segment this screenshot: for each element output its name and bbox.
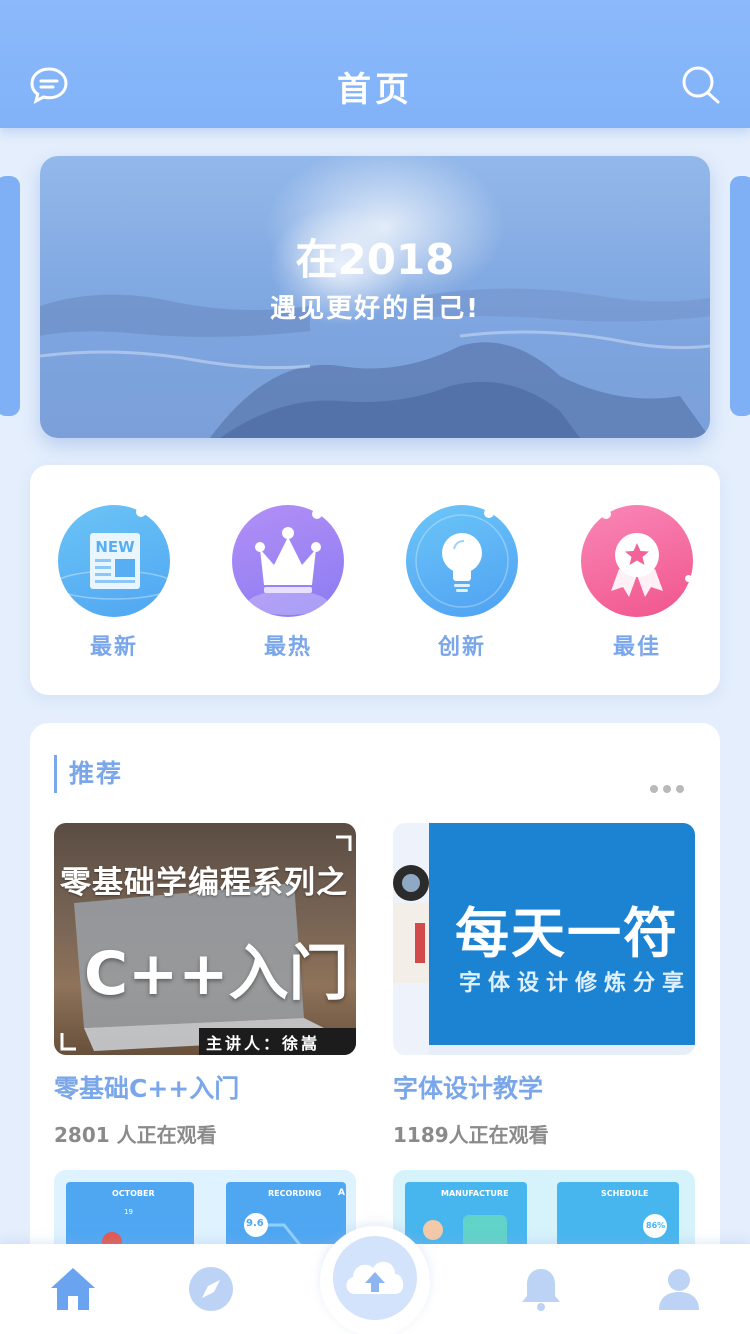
mini-value-b: 19 xyxy=(124,1208,133,1216)
section-heading: 推荐 xyxy=(54,755,123,793)
carousel-next-card[interactable] xyxy=(730,176,750,416)
page-title: 首页 xyxy=(337,70,413,110)
top-nav-bar: 首页 xyxy=(0,0,750,128)
course-title: 零基础C++入门 xyxy=(54,1074,240,1103)
thumb-lecturer: 主讲人：徐嵩 xyxy=(206,1034,321,1053)
course-thumbnail: 零基础学编程系列之 C++入门 主讲人：徐嵩 xyxy=(54,823,356,1055)
mini-right-label: SCHEDULE xyxy=(601,1189,649,1198)
thumb-subline: 字体设计修炼分享 xyxy=(459,971,692,996)
category-label: 最热 xyxy=(263,635,312,660)
mini-left-label: OCTOBER xyxy=(112,1189,155,1198)
search-icon[interactable] xyxy=(680,64,722,106)
category-label: 最佳 xyxy=(612,635,661,660)
category-panel: NEW 最新 最热 创新 最佳 xyxy=(30,465,720,695)
course-title: 字体设计教学 xyxy=(393,1074,544,1103)
crown-icon xyxy=(232,505,344,617)
category-best[interactable]: 最佳 xyxy=(580,505,694,661)
svg-text:NEW: NEW xyxy=(95,538,135,556)
mini-value-a: 86% xyxy=(646,1221,666,1230)
thumb-headline: 每天一符 xyxy=(455,902,679,965)
user-icon[interactable] xyxy=(654,1264,704,1314)
category-newest[interactable]: NEW 最新 xyxy=(57,505,171,661)
carousel-prev-card[interactable] xyxy=(0,176,20,416)
mini-left-label: MANUFACTURE xyxy=(441,1189,509,1198)
category-innovation[interactable]: 创新 xyxy=(405,505,519,661)
home-icon[interactable] xyxy=(48,1264,98,1314)
mini-value-c: A xyxy=(338,1188,345,1198)
lightbulb-icon xyxy=(406,505,518,617)
thumb-course-name: C++入门 xyxy=(84,939,349,1009)
banner-subtitle: 遇见更好的自己! xyxy=(270,294,480,324)
compass-icon[interactable] xyxy=(186,1264,236,1314)
mini-value-a: 9.6 xyxy=(246,1218,264,1229)
newspaper-icon: NEW xyxy=(58,505,170,617)
category-hottest[interactable]: 最热 xyxy=(231,505,345,661)
mini-right-label: RECORDING xyxy=(268,1189,322,1198)
category-label: 最新 xyxy=(89,635,138,660)
thumb-headline: 零基础学编程系列之 xyxy=(60,865,348,901)
course-viewers: 2801 人正在观看 xyxy=(54,1123,217,1147)
more-options-icon[interactable] xyxy=(650,778,690,793)
upload-button[interactable] xyxy=(320,1226,430,1334)
course-viewers: 1189人正在观看 xyxy=(393,1123,549,1147)
banner-title: 在2018 xyxy=(295,235,455,284)
cloud-upload-icon xyxy=(333,1236,417,1320)
category-label: 创新 xyxy=(437,635,486,660)
course-card[interactable]: 每天一符 字体设计修炼分享 字体设计教学 1189人正在观看 xyxy=(393,823,695,1148)
bell-icon[interactable] xyxy=(516,1264,566,1314)
course-thumbnail: 每天一符 字体设计修炼分享 xyxy=(393,823,695,1055)
course-card[interactable]: 零基础学编程系列之 C++入门 主讲人：徐嵩 零基础C++入门 2801 人正在… xyxy=(54,823,356,1148)
banner-carousel[interactable]: 在2018 遇见更好的自己! xyxy=(40,156,710,438)
award-icon xyxy=(581,505,693,617)
